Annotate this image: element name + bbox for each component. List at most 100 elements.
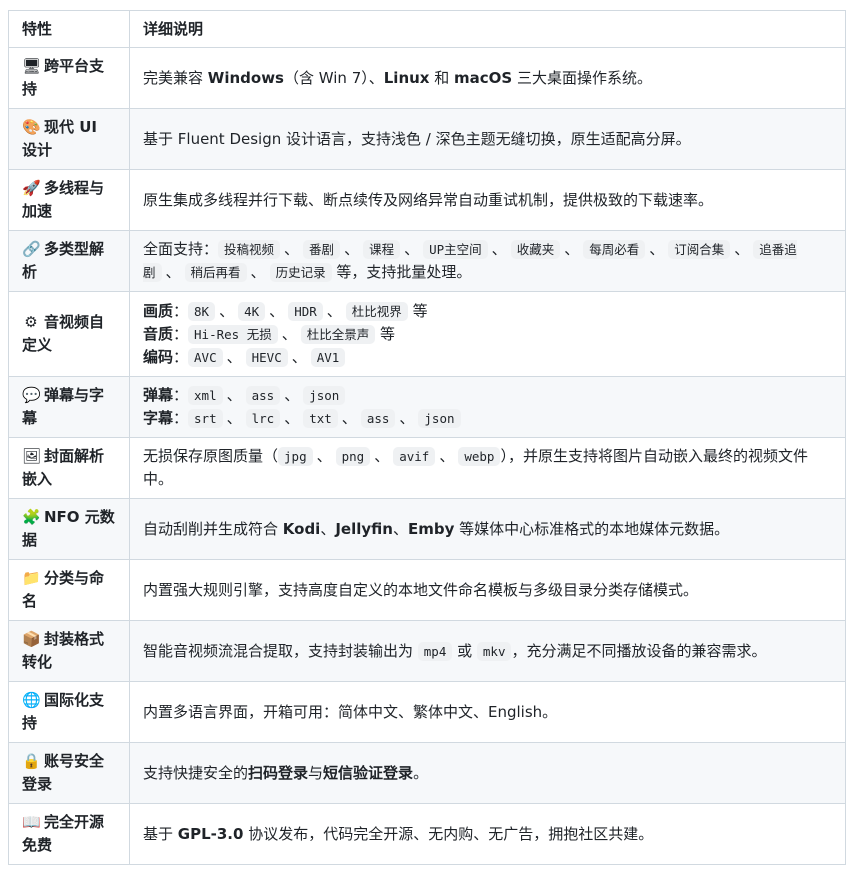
feature-cell: 🖥 跨平台支持: [8, 47, 130, 109]
gear-icon: ⚙: [24, 313, 38, 331]
bold-text: 音质: [143, 324, 174, 343]
tag: 4K: [238, 301, 266, 321]
text: ：: [173, 347, 189, 366]
description-cell: 基于 Fluent Design 设计语言，支持浅色 / 深色主题无缝切换，原生…: [129, 108, 846, 170]
separator: 、: [734, 240, 750, 258]
text: 与: [308, 763, 324, 782]
text: ：: [173, 409, 189, 427]
artist-palette-icon: 🎨: [22, 118, 41, 136]
separator: 、: [316, 447, 332, 465]
description-cell: 画质： 8K、 4K、 HDR、杜比视界 等 音质： Hi-Res 无损、杜比全景声 等…: [129, 291, 846, 377]
bold-text: 字幕: [143, 409, 174, 427]
tag: json: [303, 386, 346, 405]
text: 全面支持：: [143, 240, 219, 258]
table-header-row: 特性 详细说明: [8, 10, 846, 48]
bold-text: 短信验证登录: [323, 763, 414, 782]
separator: 、: [491, 240, 507, 258]
separator: 、: [439, 447, 455, 465]
tag: 稍后再看: [184, 263, 247, 282]
folder-icon: 📁: [22, 569, 41, 587]
tag: ass: [245, 386, 281, 405]
tag: 番剧: [303, 240, 341, 259]
tag: 杜比视界: [345, 301, 408, 321]
table-row: 🖼 封面解析嵌入 无损保存原图质量（ jpg、 png、 avif、 webp ），并原生支…: [8, 437, 846, 499]
tag: json: [418, 409, 461, 428]
feature-cell: 🎨 现代 UI 设计: [8, 108, 130, 170]
feature-cell: 🔗 多类型解析: [8, 230, 130, 292]
tag: 投稿视频: [218, 240, 281, 259]
table-row: 🌐 国际化支持 内置多语言界面，开箱可用：简体中文、繁体中文、English。: [8, 681, 846, 743]
lock-icon: 🔒: [22, 752, 41, 770]
text: 支持快捷安全的: [143, 763, 249, 782]
audio-line: 音质： Hi-Res 无损、杜比全景声 等: [143, 323, 832, 346]
text: 等: [407, 301, 428, 320]
separator: 、: [404, 240, 420, 258]
text: 。: [413, 763, 429, 782]
table-row: 📁 分类与命名 内置强大规则引擎，支持高度自定义的本地文件命名模板与多级目录分类存…: [8, 559, 846, 621]
tag: Hi-Res 无损: [188, 324, 278, 344]
feature-table-wrapper: 特性 详细说明 🖥 跨平台支持 完美兼容 Windows（含 Win 7）、Lin…: [8, 10, 846, 865]
framed-picture-icon: 🖼: [22, 447, 42, 465]
description-cell: 支持快捷安全的扫码登录与短信验证登录。: [129, 742, 846, 804]
separator: 、: [374, 447, 390, 465]
table-row: 🚀 多线程与加速 原生集成多线程并行下载、断点续传及网络异常自动重试机制，提供极致…: [8, 169, 846, 231]
danmaku-line: 弹幕： xml、 ass、 json: [143, 384, 832, 407]
tag: 每周必看: [583, 240, 646, 259]
separator: 、: [219, 301, 235, 320]
tag: mp4: [417, 641, 453, 661]
bold-text: Jellyfin: [335, 519, 393, 538]
tag: UP主空间: [423, 240, 488, 259]
tag: avif: [393, 447, 436, 466]
tag: HDR: [288, 301, 323, 321]
link-icon: 🔗: [22, 240, 41, 258]
text: 基于: [143, 824, 178, 843]
feature-cell: 📁 分类与命名: [8, 559, 130, 621]
feature-cell: 🔒 账号安全登录: [8, 742, 130, 804]
bold-text: 扫码登录: [248, 763, 309, 782]
subtitle-line: 字幕： srt、 lrc、 txt、 ass、 json: [143, 407, 832, 430]
text: （含 Win 7）、: [283, 68, 384, 87]
separator: 、: [649, 240, 665, 258]
text: 等，支持批量处理。: [331, 263, 472, 281]
separator: 、: [250, 263, 266, 281]
rocket-icon: 🚀: [22, 179, 41, 197]
separator: 、: [226, 347, 242, 366]
description-cell: 自动刮削并生成符合 Kodi、Jellyfin、Emby 等媒体中心标准格式的本…: [129, 498, 846, 560]
bold-text: Windows: [207, 68, 284, 87]
separator: 、: [326, 301, 342, 320]
feature-cell: 🖼 封面解析嵌入: [8, 437, 130, 499]
separator: 、: [165, 263, 181, 281]
separator: 、: [226, 386, 242, 404]
tag: png: [335, 447, 371, 466]
separator: 、: [344, 240, 360, 258]
table-row: 📖 完全开源免费 基于 GPL-3.0 协议发布，代码完全开源、无内购、无广告，拥…: [8, 803, 846, 865]
feature-cell: ⚙ 音视频自定义: [8, 291, 130, 377]
text: ：: [173, 386, 189, 404]
text: ，充分满足不同播放设备的兼容需求。: [511, 641, 767, 660]
description-cell: 内置强大规则引擎，支持高度自定义的本地文件命名模板与多级目录分类存储模式。: [129, 559, 846, 621]
table-row: 🧩 NFO 元数据 自动刮削并生成符合 Kodi、Jellyfin、Emby 等媒…: [8, 498, 846, 560]
bold-text: GPL-3.0: [177, 824, 244, 843]
description-cell: 内置多语言界面，开箱可用：简体中文、繁体中文、English。: [129, 681, 846, 743]
tag: AVC: [188, 347, 223, 367]
tag: xml: [188, 386, 223, 405]
separator: 、: [281, 324, 297, 343]
separator: 、: [291, 347, 307, 366]
description-cell: 智能音视频流混合提取，支持封装输出为 mp4 或 mkv ，充分满足不同播放设备的…: [129, 620, 846, 682]
tag: srt: [188, 409, 223, 428]
text: 等媒体中心标准格式的本地媒体元数据。: [454, 519, 730, 538]
feature-cell: 📦 封装格式转化: [8, 620, 130, 682]
speech-bubble-icon: 💬: [22, 386, 41, 404]
feature-cell: 🧩 NFO 元数据: [8, 498, 130, 560]
separator: 、: [564, 240, 580, 258]
feature-cell: 🌐 国际化支持: [8, 681, 130, 743]
table-row: 🖥 跨平台支持 完美兼容 Windows（含 Win 7）、Linux 和 mac…: [8, 47, 846, 109]
tag: HEVC: [245, 347, 288, 367]
table-row: 💬 弹幕与字幕 弹幕： xml、 ass、 json 字幕： srt、 lrc、 txt、 as…: [8, 376, 846, 438]
bold-text: 弹幕: [143, 386, 174, 404]
separator: 、: [284, 409, 300, 427]
text: 、: [320, 519, 336, 538]
tag: lrc: [245, 409, 281, 428]
description-cell: 完美兼容 Windows（含 Win 7）、Linux 和 macOS 三大桌面…: [129, 47, 846, 109]
bold-text: macOS: [454, 68, 513, 87]
